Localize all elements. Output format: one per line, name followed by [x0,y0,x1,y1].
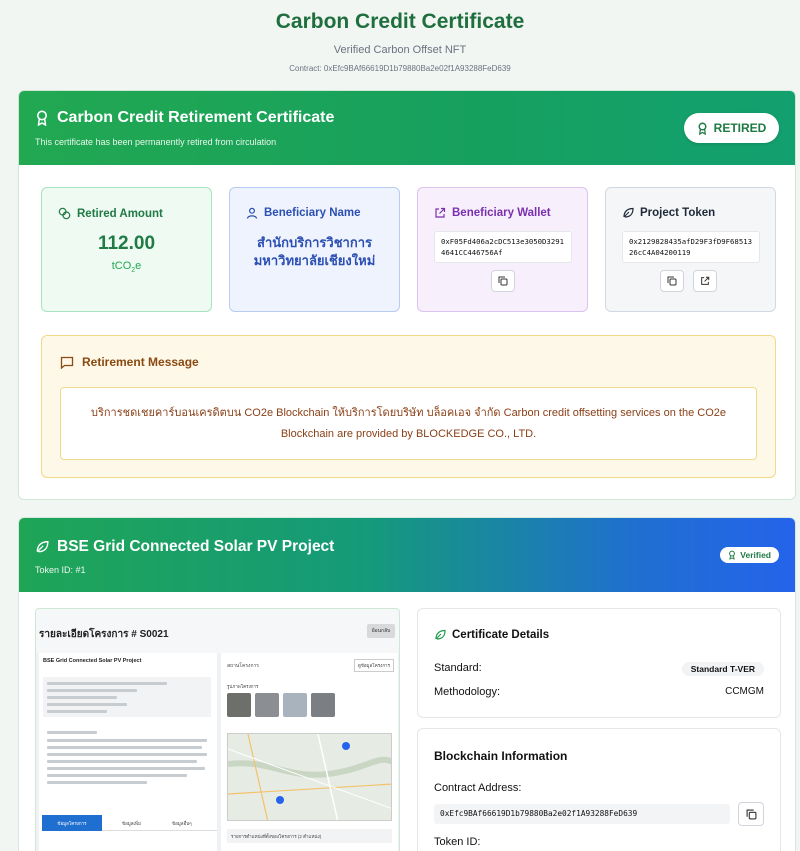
screenshot-title: รายละเอียดโครงการ # S0021 [39,629,169,640]
leaf-icon [622,207,634,219]
token-id-label: Token ID: [434,836,481,848]
retirement-message-header: Retirement Message [60,355,199,369]
screenshot-tabs: ข้อมูลโครงการ ข้อมูลเพิ่ม ข้อมูลอื่นๆ [42,815,217,831]
retirement-certificate-card: Carbon Credit Retirement Certificate Thi… [18,90,796,500]
screenshot-photos-label: รูปภาพโครงการ [227,684,259,689]
project-title-row: BSE Grid Connected Solar PV Project [35,538,334,556]
beneficiary-wallet-header: Beneficiary Wallet [434,207,551,219]
project-card: BSE Grid Connected Solar PV Project Toke… [18,517,796,851]
methodology-label: Methodology: [434,686,501,698]
screenshot-left-heading: BSE Grid Connected Solar PV Project [43,658,142,664]
project-token-card: Project Token 0x2129828435afD29F3fD9F685… [605,187,776,312]
contract-address-label: Contract Address: [434,782,522,794]
beneficiary-wallet-card: Beneficiary Wallet 0xF05Fd406a2cDC513e30… [417,187,588,312]
project-banner: BSE Grid Connected Solar PV Project Toke… [19,518,795,592]
beneficiary-name-value: สำนักบริการวิชาการ มหาวิทยาลัยเชียงใหม่ [253,235,376,268]
screenshot-tab-active: ข้อมูลโครงการ [42,815,102,831]
message-icon [60,356,74,369]
contract-address-line: Contract: 0xEfc9BAf66619D1b79880Ba2e02f1… [289,64,511,73]
methodology-row: Methodology: CCMGM [434,686,764,698]
screenshot-tab-2: ข้อมูลเพิ่ม [122,821,141,826]
screenshot-back-button: ย้อนกลับ [367,624,395,638]
award-icon [697,122,708,135]
screenshot-description-box [43,725,211,797]
page-header: Carbon Credit Certificate Verified Carbo… [0,0,800,73]
beneficiary-name-header: Beneficiary Name [246,207,361,219]
page-subtitle: Verified Carbon Offset NFT [333,44,467,56]
award-icon [35,110,49,126]
retirement-description: This certificate has been permanently re… [35,137,277,147]
retired-badge: RETIRED [684,113,779,143]
standard-label: Standard: [434,662,482,674]
retirement-message-label: Retirement Message [82,355,199,369]
retirement-title-row: Carbon Credit Retirement Certificate [35,109,334,127]
retired-amount-header: Retired Amount [58,207,163,220]
leaf-icon [434,629,446,641]
solar-photo-4 [311,693,335,717]
copy-icon [746,809,757,820]
solar-photo-3 [283,693,307,717]
beneficiary-name-label: Beneficiary Name [264,207,361,219]
copy-icon [667,276,677,286]
contract-address-value: 0xEfc9BAf66619D1b79880Ba2e02f1A93288FeD6… [434,804,730,824]
project-screenshot-image[interactable]: รายละเอียดโครงการ # S0021 ย้อนกลับ BSE G… [35,608,400,851]
retired-badge-label: RETIRED [713,121,767,135]
blockchain-info-heading: Blockchain Information [434,749,568,763]
beneficiary-wallet-label: Beneficiary Wallet [452,207,551,219]
retirement-title: Carbon Credit Retirement Certificate [57,109,335,126]
standard-row: Standard: Standard T-VER [434,662,764,676]
retirement-banner: Carbon Credit Retirement Certificate Thi… [19,91,795,165]
retired-amount-card: Retired Amount 112.00 tCO2e [41,187,212,312]
screenshot-left-panel: BSE Grid Connected Solar PV Project ข้อม [39,653,217,851]
screenshot-map [227,733,392,821]
standard-value: Standard T-VER [681,662,764,676]
verified-badge-label: Verified [740,550,771,560]
certificate-details-header: Certificate Details [434,629,549,641]
screenshot-right-panel: สถานโครงการ ดูข้อมูลโครงการ รูปภาพโครงกา… [221,653,398,851]
unit-main: tCO [111,260,132,272]
screenshot-right-heading: สถานโครงการ [227,663,259,669]
page-title: Carbon Credit Certificate [275,10,525,33]
certificate-details-heading: Certificate Details [452,629,550,641]
retired-amount-unit: tCO2e [42,260,211,274]
retired-amount-label: Retired Amount [77,207,163,220]
project-title: BSE Grid Connected Solar PV Project [57,538,335,555]
copy-token-button[interactable] [660,270,684,292]
screenshot-tab-3: ข้อมูลอื่นๆ [172,821,192,826]
project-token-address: 0x2129828435afD29F3fD9F6851326cC4A042001… [622,231,760,263]
award-icon [728,550,736,560]
screenshot-right-button: ดูข้อมูลโครงการ [353,659,394,672]
retired-amount-value: 112.00 [97,233,156,254]
unit-tail: e [135,260,142,272]
beneficiary-name-card: Beneficiary Name สำนักบริการวิชาการ มหาว… [229,187,400,312]
external-link-icon [434,207,446,219]
copy-icon [498,276,508,286]
certificate-details-card: Certificate Details Standard: Standard T… [417,608,781,718]
project-token-id: Token ID: #1 [35,565,86,575]
open-token-link-button[interactable] [693,270,717,292]
screenshot-header: รายละเอียดโครงการ # S0021 ย้อนกลับ [36,609,399,653]
coins-icon [58,207,71,220]
project-token-header: Project Token [622,207,715,219]
copy-contract-button[interactable] [738,802,764,826]
retirement-message-text: บริการชดเชยคาร์บอนเครดิตบน CO2e Blockcha… [60,387,757,460]
retirement-message-box: Retirement Message บริการชดเชยคาร์บอนเคร… [41,335,776,478]
screenshot-map-caption: รายการตำแหน่งที่ตั้งของโครงการ (2 ตำแหน่… [227,829,392,843]
verified-badge: Verified [720,547,779,563]
external-link-icon [700,276,710,286]
beneficiary-wallet-address: 0xF05Fd406a2cDC513e3050D32914641CC446756… [434,231,572,263]
copy-wallet-button[interactable] [491,270,515,292]
project-token-label: Project Token [640,207,716,219]
leaf-icon [35,540,49,554]
methodology-value: CCMGM [725,686,764,697]
blockchain-info-card: Blockchain Information Contract Address:… [417,728,781,851]
solar-photo-2 [255,693,279,717]
solar-photo-1 [227,693,251,717]
user-icon [246,207,258,219]
screenshot-info-box [43,677,211,717]
